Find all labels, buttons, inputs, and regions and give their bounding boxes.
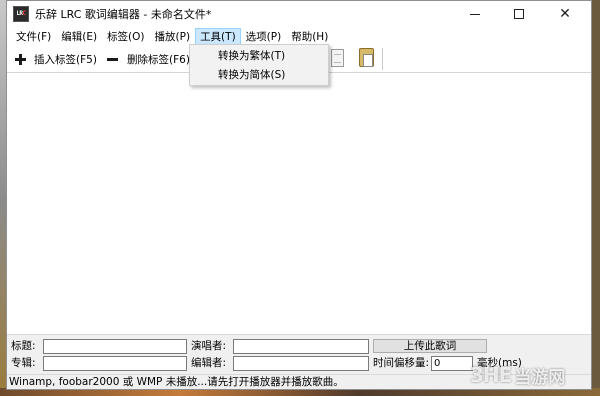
copy-icon[interactable]: [331, 49, 344, 67]
menu-help[interactable]: 帮助(H): [286, 28, 333, 45]
lrc-editor-window: LRC 乐辞 LRC 歌词编辑器 - 未命名文件* ✕ 文件(F) 编辑(E) …: [6, 0, 592, 390]
minimize-button[interactable]: [453, 1, 497, 27]
album-label: 专辑:: [11, 357, 36, 369]
editor-label: 编辑者:: [191, 357, 227, 369]
title-bar[interactable]: LRC 乐辞 LRC 歌词编辑器 - 未命名文件* ✕: [7, 1, 591, 27]
tools-dropdown-menu: 转换为繁体(T) 转换为简体(S): [189, 44, 329, 86]
window-title: 乐辞 LRC 歌词编辑器 - 未命名文件*: [35, 8, 212, 21]
lyrics-editor[interactable]: [7, 74, 591, 334]
maximize-icon: [514, 9, 524, 19]
convert-traditional-item[interactable]: 转换为繁体(T): [190, 47, 328, 65]
paste-icon[interactable]: [359, 48, 374, 67]
app-icon-text-accent: C: [22, 10, 27, 17]
menu-play[interactable]: 播放(P): [150, 28, 196, 45]
maximize-button[interactable]: [497, 1, 541, 27]
singer-field[interactable]: [233, 339, 369, 354]
editor-field[interactable]: [233, 356, 369, 371]
insert-tag-button[interactable]: 插入标签(F5): [15, 49, 97, 69]
singer-label: 演唱者:: [191, 340, 227, 352]
lrc-app-icon[interactable]: LRC: [13, 6, 29, 22]
menu-edit[interactable]: 编辑(E): [56, 28, 102, 45]
title-field[interactable]: [43, 339, 187, 354]
convert-simplified-item[interactable]: 转换为简体(S): [190, 66, 328, 84]
time-offset-field[interactable]: [431, 356, 473, 371]
delete-tag-button[interactable]: 删除标签(F6): [105, 49, 190, 69]
minimize-icon: [470, 13, 480, 15]
watermark-logo: 3HE: [470, 363, 512, 387]
upload-lyrics-button[interactable]: 上传此歌词: [373, 339, 487, 353]
album-field[interactable]: [43, 356, 187, 371]
insert-tag-label: 插入标签(F5): [34, 53, 97, 66]
watermark-site-name: 当游网: [514, 367, 566, 388]
close-button[interactable]: ✕: [543, 1, 587, 27]
close-icon: ✕: [559, 6, 571, 22]
time-offset-label: 时间偏移量:: [373, 357, 430, 369]
menu-tools[interactable]: 工具(T): [195, 27, 241, 45]
title-label: 标题:: [11, 340, 36, 352]
menu-tags[interactable]: 标签(O): [102, 28, 149, 45]
menu-options[interactable]: 选项(P): [241, 28, 287, 45]
menu-bar: 文件(F) 编辑(E) 标签(O) 播放(P) 工具(T) 选项(P) 帮助(H…: [7, 27, 591, 45]
toolbar-separator: [382, 48, 383, 70]
minus-icon: [107, 57, 118, 61]
delete-tag-label: 删除标签(F6): [127, 53, 190, 66]
menu-file[interactable]: 文件(F): [11, 28, 56, 45]
plus-icon: [15, 53, 26, 65]
site-watermark: 3HE 当游网: [470, 360, 596, 390]
